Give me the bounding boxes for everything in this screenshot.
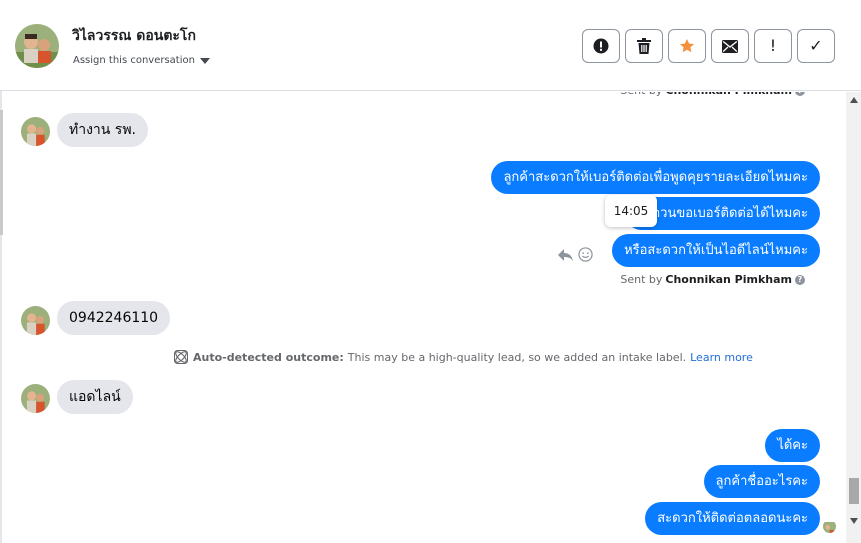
reply-icon[interactable] xyxy=(557,248,574,262)
auto-detected-outcome: Auto-detected outcome: This may be a hig… xyxy=(173,349,753,365)
timestamp-tooltip: 14:05 xyxy=(605,195,657,227)
contact-avatar-small xyxy=(21,384,50,413)
assign-label: Assign this conversation xyxy=(73,55,195,66)
check-icon: ✓ xyxy=(809,36,823,55)
seen-avatar xyxy=(823,520,836,533)
star-button[interactable] xyxy=(668,29,706,63)
mark-spam-button[interactable] xyxy=(582,29,620,63)
caret-down-icon xyxy=(199,57,210,64)
outgoing-message[interactable]: สะดวกให้ติดต่อตลอดนะคะ xyxy=(645,502,820,535)
outgoing-message[interactable]: ลูกค้าชื่ออะไรคะ xyxy=(703,465,820,498)
incoming-message[interactable]: แอดไลน์ xyxy=(57,380,133,414)
follow-up-button[interactable]: ! xyxy=(754,29,792,63)
envelope-icon xyxy=(722,39,738,53)
sent-by-label: Sent by Chonnikan Pimkham ? xyxy=(620,92,805,97)
header-actions: ! ✓ xyxy=(582,29,835,63)
conversation-header: วิไลวรรณ ดอนตะโก Assign this conversatio… xyxy=(0,0,861,91)
left-panel-edge xyxy=(0,110,3,235)
help-icon[interactable]: ? xyxy=(795,274,805,285)
incoming-message[interactable]: 0942246110 xyxy=(57,301,171,335)
exclamation-icon: ! xyxy=(769,36,777,55)
outgoing-message[interactable]: หรือสะดวกให้เป็นไอดีไลน์ไหมคะ xyxy=(612,234,820,267)
delete-button[interactable] xyxy=(625,29,663,63)
auto-detected-label: Auto-detected outcome: xyxy=(193,350,344,364)
contact-avatar-small xyxy=(21,306,50,335)
outgoing-message[interactable]: ได้คะ xyxy=(765,429,820,462)
outgoing-message[interactable]: ลูกค้าสะดวกให้เบอร์ติดต่อเพื่อพูดคุยรายล… xyxy=(491,161,820,194)
scroll-up-arrow-icon[interactable] xyxy=(850,97,858,103)
assign-conversation-dropdown[interactable]: Assign this conversation xyxy=(73,55,210,66)
help-icon[interactable]: ? xyxy=(795,92,805,96)
mark-done-button[interactable]: ✓ xyxy=(797,29,835,63)
contact-avatar[interactable] xyxy=(15,24,59,68)
auto-detected-text: This may be a high-quality lead, so we a… xyxy=(347,350,687,364)
smiley-icon[interactable] xyxy=(578,247,593,262)
alert-circle-icon xyxy=(593,38,609,54)
star-icon xyxy=(680,39,694,53)
atom-icon xyxy=(174,350,188,364)
sent-by-label: Sent by Chonnikan Pimkham ? xyxy=(620,273,805,286)
contact-avatar-small xyxy=(21,117,50,146)
message-tools xyxy=(557,247,593,262)
scrollbar-thumb[interactable] xyxy=(849,478,859,504)
mark-unread-button[interactable] xyxy=(711,29,749,63)
incoming-message[interactable]: ทำงาน รพ. xyxy=(57,113,149,147)
contact-name: วิไลวรรณ ดอนตะโก xyxy=(72,28,196,44)
trash-icon xyxy=(637,38,651,54)
scroll-down-arrow-icon[interactable] xyxy=(850,518,858,524)
message-thread: Sent by Chonnikan Pimkham ? ทำงาน รพ. ลู… xyxy=(0,92,845,543)
learn-more-link[interactable]: Learn more xyxy=(690,351,753,364)
scrollbar[interactable] xyxy=(846,92,861,543)
